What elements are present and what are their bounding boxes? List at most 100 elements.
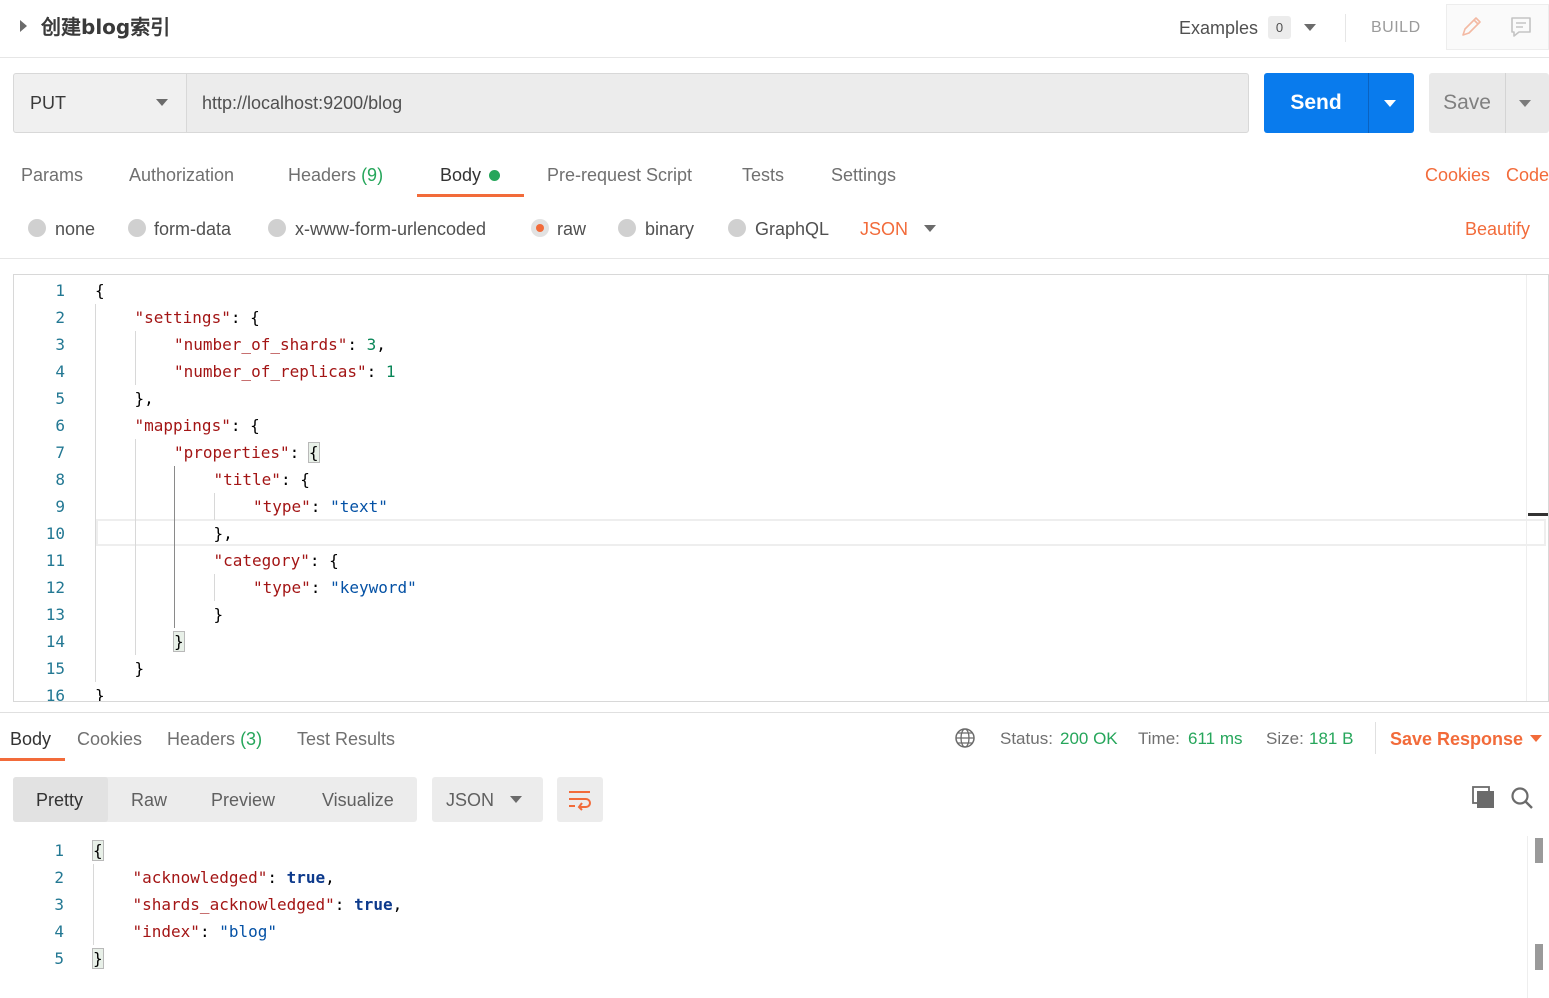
chevron-down-icon[interactable] bbox=[156, 99, 168, 106]
chevron-down-icon bbox=[1384, 100, 1396, 107]
request-name[interactable]: 创建blog索引 bbox=[41, 13, 170, 41]
line-number: 13 bbox=[45, 605, 65, 624]
code-token: : bbox=[366, 362, 386, 381]
response-tab-headers[interactable]: Headers (3) bbox=[167, 727, 262, 751]
response-body-viewer[interactable]: 1 {2 "acknowledged": true, 3 "shards_acknowl… bbox=[13, 836, 1549, 998]
code-line: "category": { bbox=[214, 547, 339, 574]
line-number: 7 bbox=[55, 443, 65, 462]
indent-guide bbox=[93, 864, 94, 945]
tab-authorization[interactable]: Authorization bbox=[129, 163, 234, 187]
indent-guide bbox=[214, 493, 215, 520]
line-number: 14 bbox=[45, 632, 65, 651]
line-number: 6 bbox=[55, 416, 65, 435]
radio-graphql[interactable] bbox=[728, 219, 746, 237]
build-mode-label[interactable]: BUILD bbox=[1371, 17, 1421, 39]
scrollbar-track[interactable] bbox=[1526, 275, 1527, 701]
line-number: 5 bbox=[55, 389, 65, 408]
request-body-editor[interactable]: 1{2 "settings": {3 "number_of_shards": 3, 4… bbox=[13, 274, 1549, 702]
line-number: 1 bbox=[54, 841, 64, 860]
chevron-down-icon[interactable] bbox=[1304, 24, 1316, 31]
tab-settings[interactable]: Settings bbox=[831, 163, 896, 187]
view-pretty-label[interactable]: Pretty bbox=[36, 788, 83, 812]
tab-params[interactable]: Params bbox=[21, 163, 83, 187]
active-tab-indicator bbox=[0, 758, 65, 761]
save-button[interactable]: Save bbox=[1429, 73, 1505, 133]
code-token: : { bbox=[280, 470, 310, 489]
radio-form-data-label[interactable]: form-data bbox=[154, 217, 231, 241]
time-value[interactable]: 611 ms bbox=[1188, 727, 1243, 751]
response-tab-cookies[interactable]: Cookies bbox=[77, 727, 142, 751]
collapse-icon[interactable] bbox=[20, 20, 27, 32]
code-token: "number_of_shards" bbox=[174, 335, 348, 354]
tab-pre-request-script[interactable]: Pre-request Script bbox=[547, 163, 692, 187]
comment-icon[interactable] bbox=[1508, 14, 1534, 40]
radio-none[interactable] bbox=[28, 219, 46, 237]
divider bbox=[1345, 14, 1346, 42]
examples-button[interactable]: Examples bbox=[1179, 16, 1258, 40]
radio-binary-label[interactable]: binary bbox=[645, 217, 694, 241]
response-tab-test-results[interactable]: Test Results bbox=[297, 727, 395, 751]
radio-none-label[interactable]: none bbox=[55, 217, 95, 241]
line-number: 3 bbox=[54, 895, 64, 914]
examples-count-badge: 0 bbox=[1268, 16, 1291, 39]
chevron-down-icon bbox=[1519, 100, 1531, 107]
radio-raw[interactable] bbox=[531, 219, 549, 237]
code-token: "number_of_replicas" bbox=[174, 362, 367, 381]
view-visualize-button[interactable]: Visualize bbox=[322, 788, 394, 812]
save-response-button[interactable]: Save Response bbox=[1390, 727, 1523, 751]
tab-tests[interactable]: Tests bbox=[742, 163, 784, 187]
chevron-down-icon bbox=[510, 796, 522, 803]
pencil-icon[interactable] bbox=[1458, 14, 1484, 40]
code-line: "properties": { bbox=[174, 439, 320, 466]
size-value[interactable]: 181 B bbox=[1309, 727, 1353, 751]
cookies-link[interactable]: Cookies bbox=[1425, 163, 1490, 187]
beautify-link[interactable]: Beautify bbox=[1465, 217, 1530, 241]
code-token: : bbox=[347, 335, 367, 354]
search-icon[interactable] bbox=[1510, 786, 1534, 810]
line-number: 4 bbox=[55, 362, 65, 381]
wrap-lines-button[interactable] bbox=[557, 777, 603, 822]
code-line: "index": "blog" bbox=[133, 918, 278, 945]
line-number: 8 bbox=[55, 470, 65, 489]
response-tab-body[interactable]: Body bbox=[10, 727, 51, 751]
tab-body[interactable]: Body bbox=[440, 163, 481, 187]
radio-binary[interactable] bbox=[618, 219, 636, 237]
url-value[interactable]: http://localhost:9200/blog bbox=[202, 91, 402, 115]
line-number: 12 bbox=[45, 578, 65, 597]
code-token: "properties" bbox=[174, 443, 290, 462]
body-format-select[interactable]: JSON bbox=[860, 217, 908, 241]
view-raw-button[interactable]: Raw bbox=[131, 788, 167, 812]
wrap-lines-icon bbox=[569, 791, 591, 811]
view-preview-button[interactable]: Preview bbox=[211, 788, 275, 812]
radio-urlencoded-label[interactable]: x-www-form-urlencoded bbox=[295, 217, 486, 241]
scrollbar-thumb[interactable] bbox=[1535, 944, 1543, 970]
tab-headers[interactable]: Headers (9) bbox=[288, 163, 383, 187]
status-value[interactable]: 200 OK bbox=[1060, 727, 1118, 751]
code-token: : { bbox=[230, 416, 260, 435]
chevron-down-icon[interactable] bbox=[1530, 735, 1542, 742]
scrollbar-track[interactable] bbox=[1527, 836, 1528, 998]
active-tab-indicator bbox=[417, 194, 524, 197]
radio-form-data[interactable] bbox=[128, 219, 146, 237]
indent-guide bbox=[95, 304, 96, 682]
indent-guide bbox=[135, 439, 136, 655]
code-link[interactable]: Code bbox=[1506, 163, 1549, 187]
radio-urlencoded[interactable] bbox=[268, 219, 286, 237]
code-token: : bbox=[334, 895, 355, 914]
copy-icon[interactable] bbox=[1472, 786, 1496, 810]
scrollbar-thumb[interactable] bbox=[1535, 838, 1543, 863]
divider bbox=[1375, 722, 1376, 754]
radio-graphql-label[interactable]: GraphQL bbox=[755, 217, 829, 241]
line-number: 3 bbox=[55, 335, 65, 354]
chevron-down-icon[interactable] bbox=[924, 225, 936, 232]
send-button[interactable]: Send bbox=[1264, 73, 1368, 133]
radio-raw-label[interactable]: raw bbox=[557, 217, 586, 241]
line-number: 4 bbox=[54, 922, 64, 941]
code-token: : bbox=[267, 868, 287, 887]
response-format-label: JSON bbox=[446, 790, 495, 810]
globe-icon[interactable] bbox=[954, 727, 976, 749]
code-line: "type": "keyword" bbox=[253, 574, 417, 601]
line-number: 9 bbox=[55, 497, 65, 516]
code-token: , bbox=[325, 868, 335, 887]
scroll-position-marker bbox=[1528, 513, 1548, 516]
